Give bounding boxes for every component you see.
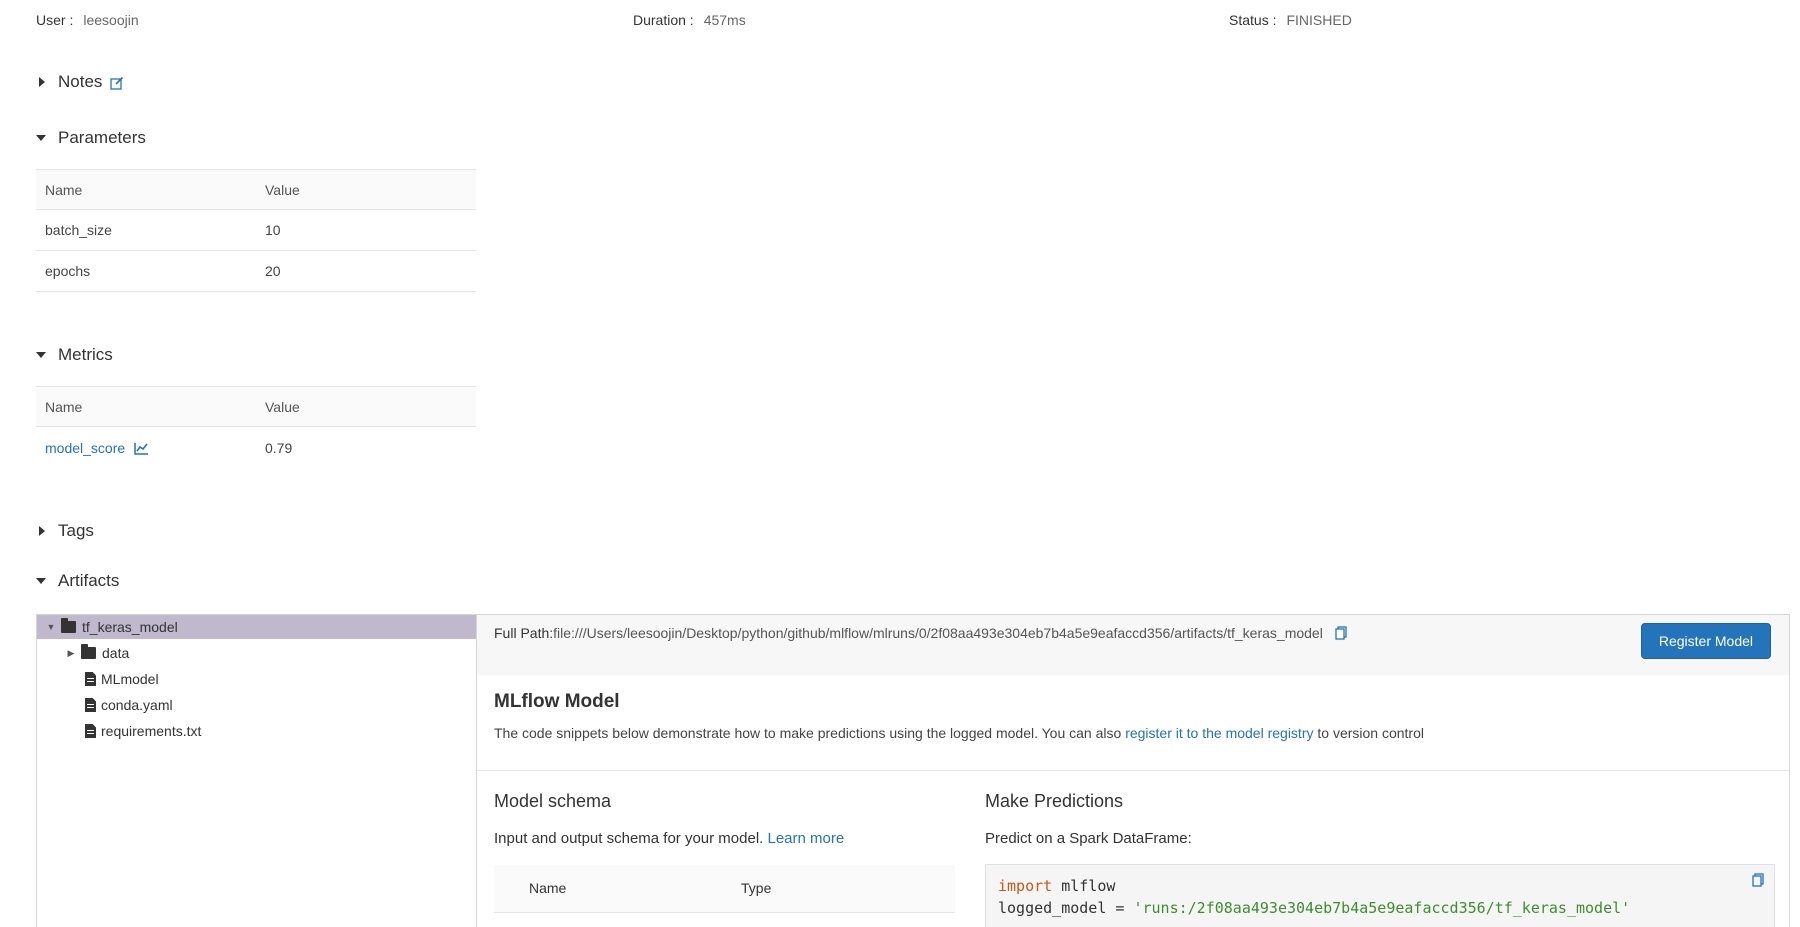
code-text: logged_model =	[998, 899, 1134, 917]
learn-more-link[interactable]: Learn more	[768, 830, 845, 847]
param-name: batch_size	[45, 222, 112, 238]
code-line: logged_model = 'runs:/2f08aa493e304eb7b4…	[998, 897, 1762, 919]
column-header-type: Type	[741, 880, 772, 896]
model-schema-title: Model schema	[494, 791, 612, 811]
status-label: Status :	[1229, 12, 1277, 28]
code-line: import mlflow	[998, 875, 1762, 897]
tree-item-tf-keras-model[interactable]: ▼ tf_keras_model	[37, 615, 476, 639]
register-registry-link[interactable]: register it to the model registry	[1125, 725, 1313, 741]
mlflow-model-title: MLflow Model	[494, 691, 620, 712]
table-row: epochs 20	[36, 251, 476, 292]
tree-item-data[interactable]: ▶ data	[37, 641, 476, 665]
code-text: mlflow	[1052, 877, 1116, 895]
column-header-value: Value	[265, 398, 300, 415]
file-icon	[85, 672, 96, 686]
duration-value: 457ms	[703, 12, 746, 28]
caret-right-icon	[39, 77, 45, 87]
tree-item-conda-yaml[interactable]: conda.yaml	[37, 693, 476, 717]
folder-icon	[81, 644, 96, 659]
edit-icon[interactable]	[110, 75, 124, 90]
duration-info: Duration : 457ms	[633, 12, 746, 28]
caret-down-icon	[36, 352, 46, 358]
metric-name[interactable]: model_score	[45, 440, 125, 456]
table-row: batch_size 10	[36, 210, 476, 251]
full-path-label: Full Path:	[494, 625, 554, 641]
table-header: Name Value	[36, 169, 476, 210]
code-string: 'runs:/2f08aa493e304eb7b4a5e9eafaccd356/…	[1133, 899, 1631, 917]
column-header-name: Name	[45, 181, 83, 198]
mlflow-model-description: The code snippets below demonstrate how …	[494, 725, 1424, 741]
tree-item-label: data	[102, 645, 130, 661]
param-value: 10	[265, 222, 281, 238]
tree-item-label: conda.yaml	[101, 697, 173, 713]
caret-down-icon	[36, 135, 46, 141]
notes-section-title: Notes	[58, 72, 103, 91]
user-label: User :	[36, 12, 74, 28]
user-value: leesoojin	[83, 12, 139, 28]
tags-section-title: Tags	[58, 521, 94, 540]
param-value: 20	[265, 263, 281, 279]
artifacts-section-title: Artifacts	[58, 571, 120, 590]
metrics-section-toggle[interactable]: Metrics	[36, 345, 113, 365]
chevron-right-icon[interactable]: ▶	[65, 648, 77, 659]
folder-icon	[61, 618, 76, 633]
tree-item-mlmodel[interactable]: MLmodel	[37, 667, 476, 691]
table-row: model_score 0.79	[36, 427, 476, 468]
status-info: Status : FINISHED	[1229, 12, 1352, 28]
column-header-name: Name	[529, 880, 567, 896]
full-path-value: file:///Users/leesoojin/Desktop/python/g…	[553, 625, 1323, 641]
model-schema-description: Input and output schema for your model. …	[494, 830, 844, 847]
copy-icon[interactable]	[1335, 626, 1347, 643]
code-snippet: import mlflow logged_model = 'runs:/2f08…	[985, 864, 1775, 927]
tree-item-requirements-txt[interactable]: requirements.txt	[37, 719, 476, 743]
table-header: Name Value	[36, 386, 476, 427]
parameters-table: Name Value batch_size 10 epochs 20	[36, 169, 476, 292]
register-model-button[interactable]: Register Model	[1640, 623, 1771, 659]
make-predictions-title: Make Predictions	[985, 791, 1124, 811]
caret-down-icon	[36, 578, 46, 584]
artifacts-section-toggle[interactable]: Artifacts	[36, 571, 119, 591]
schema-desc-text: Input and output schema for your model.	[494, 830, 768, 847]
line-chart-icon[interactable]	[134, 442, 149, 456]
metric-name-link[interactable]: model_score	[45, 440, 149, 456]
column-header-name: Name	[45, 398, 83, 415]
artifacts-panel: ▼ tf_keras_model ▶ data MLmodel conda.ya…	[36, 614, 1790, 927]
description-suffix: to version control	[1313, 725, 1424, 741]
tree-item-label: MLmodel	[101, 671, 159, 687]
tree-item-label: tf_keras_model	[82, 619, 178, 635]
full-path-bar: Full Path:file:///Users/leesoojin/Deskto…	[477, 615, 1789, 675]
code-keyword: import	[998, 877, 1053, 895]
metric-value: 0.79	[265, 439, 293, 456]
param-name: epochs	[45, 263, 91, 279]
tree-item-label: requirements.txt	[101, 723, 202, 739]
metrics-section-title: Metrics	[58, 345, 113, 364]
chevron-down-icon[interactable]: ▼	[45, 622, 57, 632]
user-info: User : leesoojin	[36, 12, 139, 28]
duration-label: Duration :	[633, 12, 694, 28]
artifact-detail: Full Path:file:///Users/leesoojin/Deskto…	[477, 615, 1789, 927]
column-header-value: Value	[265, 181, 300, 198]
description-text: The code snippets below demonstrate how …	[494, 725, 1126, 741]
parameters-section-toggle[interactable]: Parameters	[36, 128, 146, 148]
run-info-row: User : leesoojin Duration : 457ms Status :…	[36, 12, 1796, 32]
divider	[477, 770, 1789, 771]
full-path: Full Path:file:///Users/leesoojin/Deskto…	[494, 625, 1347, 643]
artifact-tree: ▼ tf_keras_model ▶ data MLmodel conda.ya…	[37, 615, 477, 927]
make-predictions-description: Predict on a Spark DataFrame:	[985, 830, 1192, 847]
parameters-section-title: Parameters	[58, 128, 146, 147]
metrics-table: Name Value model_score 0.79	[36, 386, 476, 468]
schema-table-header: Name Type	[494, 865, 955, 913]
status-value: FINISHED	[1286, 12, 1352, 28]
code-file-icon	[85, 698, 96, 712]
tags-section-toggle[interactable]: Tags	[36, 521, 94, 541]
copy-icon[interactable]	[1752, 871, 1764, 893]
code-file-icon	[85, 724, 96, 738]
notes-section-toggle[interactable]: Notes	[36, 72, 124, 92]
caret-right-icon	[39, 526, 45, 536]
